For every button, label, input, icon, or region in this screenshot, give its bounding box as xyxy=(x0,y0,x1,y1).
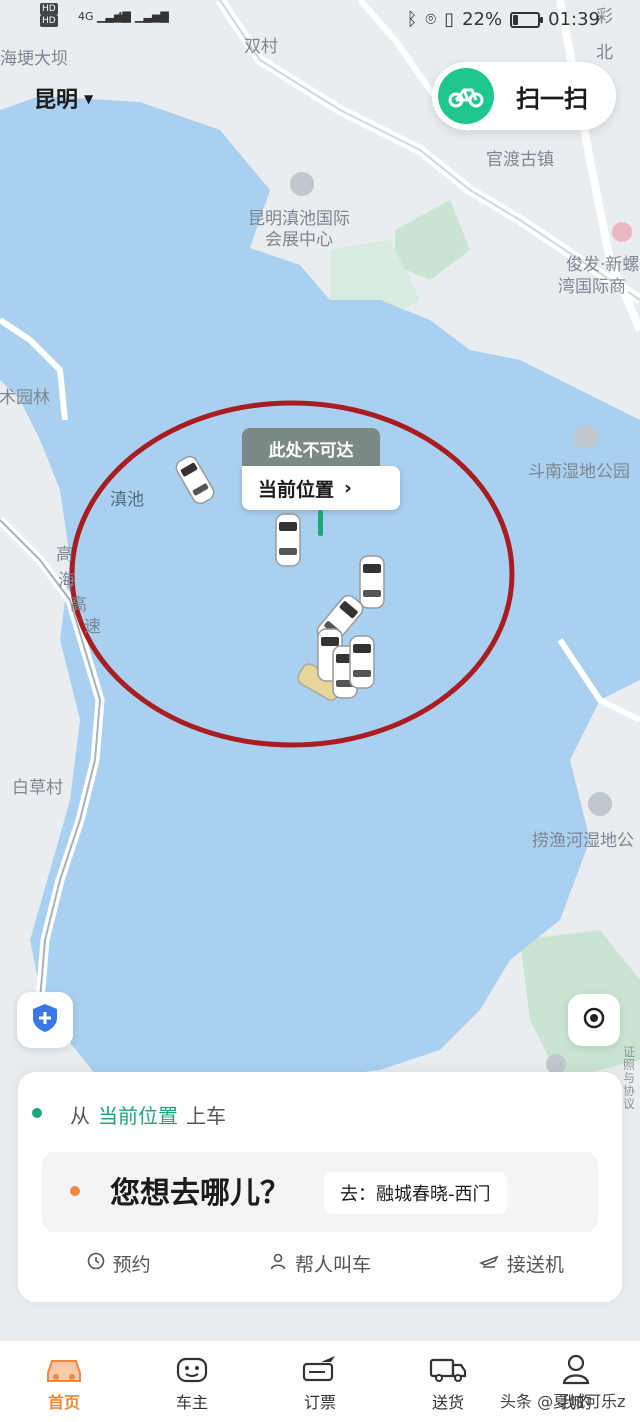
map-label-baicao: 白草村 xyxy=(12,778,63,798)
destination-prompt: 您想去哪儿？ xyxy=(110,1176,290,1211)
chevron-down-icon: ▼ xyxy=(84,92,94,106)
clock-icon xyxy=(87,1252,105,1275)
pickup-suffix: 上车 xyxy=(186,1104,226,1128)
battery-level xyxy=(513,14,519,25)
bike-icon xyxy=(438,68,494,124)
profile-icon xyxy=(556,1351,596,1387)
shield-plus-icon xyxy=(32,1003,58,1037)
map-label-highway-4: 速 xyxy=(84,617,101,637)
battery-percent: 22% xyxy=(462,9,503,30)
hd-badge-1: HD xyxy=(40,3,58,15)
tab-driver[interactable]: 车主 xyxy=(128,1341,256,1422)
signal-label-2: 4G xyxy=(116,10,132,23)
car-home-icon xyxy=(44,1351,84,1387)
battery-icon xyxy=(510,11,544,28)
airport-transfer-label: 接送机 xyxy=(506,1254,564,1276)
locate-me-button[interactable] xyxy=(568,994,620,1046)
tab-tickets-label: 订票 xyxy=(303,1392,336,1412)
car-marker xyxy=(275,513,301,567)
status-bar: HD HD 4G ▁▃▅▇ 4G ▁▃▅▇ ᛒ ⌾ ▯ 22% 01:39 xyxy=(0,0,640,44)
watermark-text: 头条 @夏城可乐z xyxy=(500,1392,626,1411)
hd-badge-2: HD xyxy=(40,15,58,27)
map-label-junfa-2: 湾国际商 xyxy=(558,277,626,297)
tab-home[interactable]: 首页 xyxy=(0,1341,128,1422)
map-label-highway-2: 海 xyxy=(58,571,75,591)
current-location-label: 当前位置 xyxy=(258,478,335,501)
driver-face-icon xyxy=(172,1351,212,1387)
airport-transfer-option[interactable]: 接送机 xyxy=(421,1250,622,1277)
status-right: ᛒ ⌾ ▯ 22% 01:39 xyxy=(407,9,600,30)
city-name: 昆明 xyxy=(34,88,79,113)
signal-label-1: 4G xyxy=(78,10,94,23)
crosshair-icon xyxy=(582,1006,606,1034)
destination-input[interactable]: 您想去哪儿？ 去：融城春晓-西门 xyxy=(42,1152,598,1232)
tab-driver-label: 车主 xyxy=(175,1392,208,1412)
destination-dot xyxy=(70,1186,80,1196)
map-label-dianchi: 滇池 xyxy=(110,490,144,510)
person-icon xyxy=(269,1252,287,1275)
scan-button[interactable]: 扫一扫 xyxy=(432,62,616,130)
chevron-right-icon: › xyxy=(344,477,352,499)
delivery-truck-icon xyxy=(428,1351,468,1387)
ticket-plane-icon xyxy=(300,1351,340,1387)
ride-options: 预约 帮人叫车 接送机 xyxy=(18,1250,622,1277)
signal-strength-icon-2: 4G ▁▃▅▇ xyxy=(116,10,169,23)
pickup-location: 当前位置 xyxy=(98,1104,178,1128)
pickup-dot xyxy=(32,1108,42,1118)
booking-card: 从 当前位置 上车 您想去哪儿？ 去：融城春晓-西门 预约 帮人叫车 接送机 xyxy=(18,1072,622,1302)
scan-label: 扫一扫 xyxy=(516,84,588,113)
location-icon: ⌾ xyxy=(425,9,437,30)
tab-delivery-label: 送货 xyxy=(431,1392,464,1412)
call-for-others-label: 帮人叫车 xyxy=(294,1254,371,1276)
reserve-option[interactable]: 预约 xyxy=(18,1250,219,1277)
status-time: 01:39 xyxy=(548,9,600,30)
call-for-others-option[interactable]: 帮人叫车 xyxy=(219,1250,420,1277)
unreachable-tip: 此处不可达 xyxy=(242,428,380,468)
license-agreement-link[interactable]: 证照与协议 xyxy=(620,1046,638,1111)
current-location-button[interactable]: 当前位置 › xyxy=(242,466,400,510)
destination-suggestion-chip[interactable]: 去：融城春晓-西门 xyxy=(324,1172,507,1214)
bluetooth-icon: ᛒ xyxy=(406,9,418,30)
vibrate-icon: ▯ xyxy=(444,9,455,30)
map-label-laoyuhe: 捞渔河湿地公 xyxy=(532,831,634,851)
pickup-prefix: 从 xyxy=(70,1104,90,1128)
car-marker xyxy=(349,635,375,689)
pickup-row[interactable]: 从 当前位置 上车 xyxy=(32,1100,226,1129)
sim-indicators: HD HD xyxy=(40,3,60,27)
plane-icon xyxy=(478,1252,499,1275)
map-label-guandu: 官渡古镇 xyxy=(486,150,554,170)
tab-tickets[interactable]: 订票 xyxy=(256,1341,384,1422)
map-label-art-garden: 艺术园林 xyxy=(0,388,50,408)
map-label-highway-1: 高 xyxy=(56,545,73,565)
reserve-label: 预约 xyxy=(112,1254,151,1276)
location-pin-icon xyxy=(318,510,323,536)
map-label-expo-2: 会展中心 xyxy=(265,230,333,250)
tab-delivery[interactable]: 送货 xyxy=(384,1341,512,1422)
car-marker xyxy=(359,555,385,609)
map-label-haigeng: 海埂大坝 xyxy=(0,49,68,69)
safety-shield-button[interactable] xyxy=(17,992,73,1048)
map-label-dounan: 斗南湿地公园 xyxy=(528,462,630,482)
city-selector[interactable]: 昆明 ▼ xyxy=(34,82,93,114)
tab-home-label: 首页 xyxy=(47,1392,80,1412)
